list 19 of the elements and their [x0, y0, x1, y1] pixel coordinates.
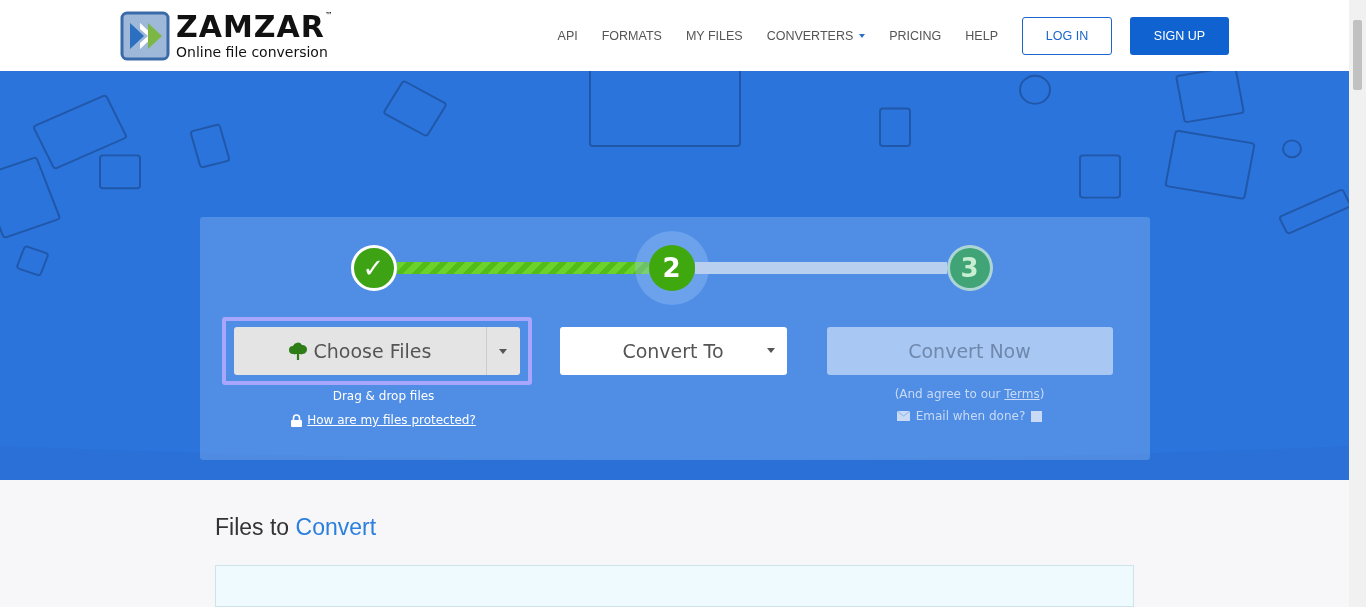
email-label: Email when done? [915, 409, 1026, 424]
nav-link[interactable]: API [557, 28, 578, 43]
nav-link[interactable]: PRICING [889, 28, 942, 43]
logo-icon [120, 10, 170, 61]
login-button[interactable]: LOG IN [1022, 16, 1112, 55]
nav-link[interactable]: HELP [965, 28, 998, 43]
signup-button[interactable]: SIGN UP [1130, 16, 1229, 55]
nav-link[interactable]: MY FILES [685, 28, 743, 43]
convert-to-dropdown[interactable]: Convert To [559, 327, 787, 376]
terms-note: (And agree to our Terms) [894, 387, 1045, 402]
drag-drop-hint: Drag & drop files [332, 389, 435, 404]
nav-link[interactable]: FORMATS [601, 28, 662, 43]
scrollbar[interactable] [1349, 0, 1366, 607]
envelope-icon [896, 411, 910, 422]
logo-text: ZAMZAR™ [176, 12, 334, 43]
logo-tagline: Online file conversion [176, 45, 329, 60]
lock-icon [291, 413, 303, 427]
nav-link[interactable]: CONVERTERS [766, 28, 854, 43]
section-heading: Files to Convert [215, 514, 378, 541]
